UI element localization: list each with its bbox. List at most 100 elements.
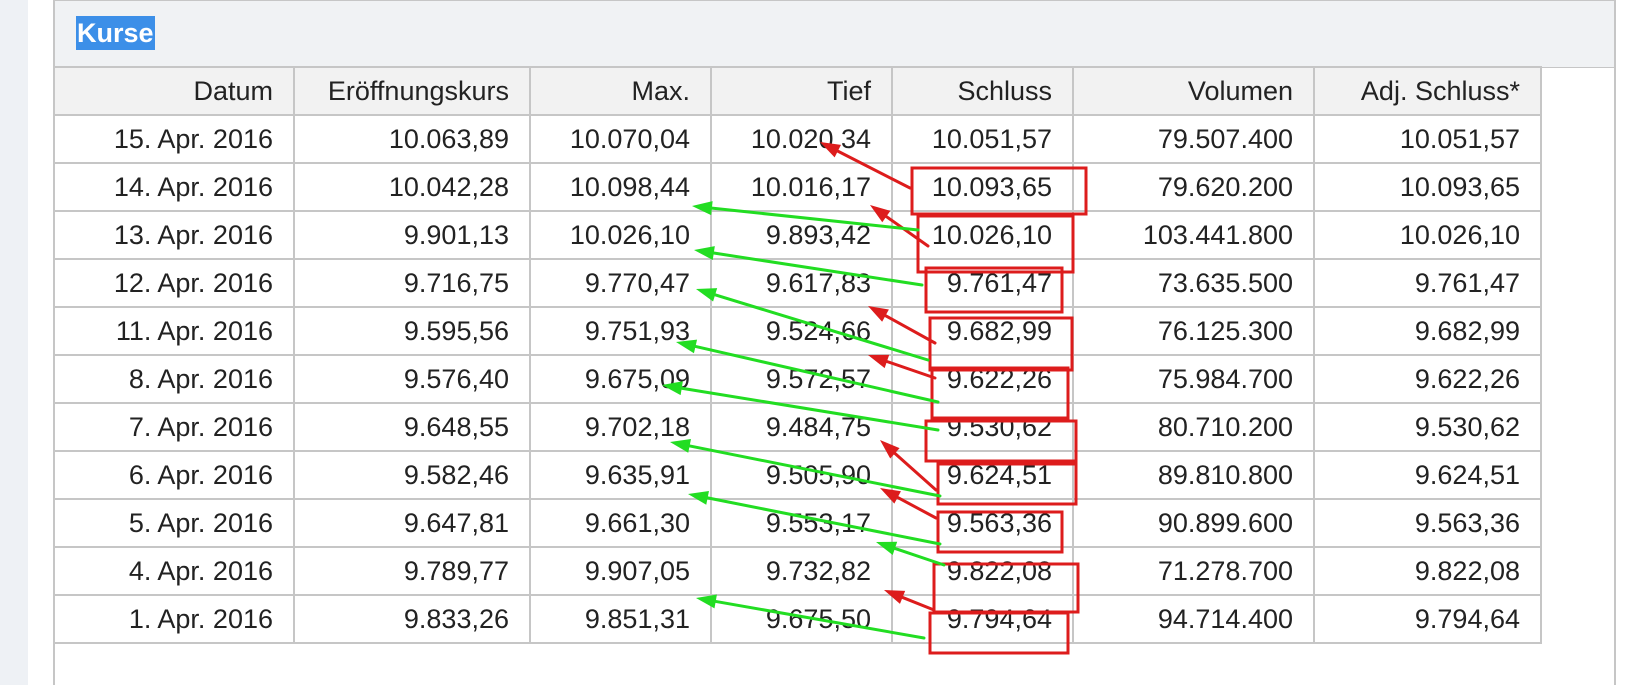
cell-high: 10.070,04 [529, 114, 712, 164]
cell-close: 9.761,47 [891, 258, 1074, 308]
table-row: 7. Apr. 2016 9.648,55 9.702,18 9.484,75 9.53… [53, 402, 1542, 452]
cell-adj-close: 10.026,10 [1313, 210, 1542, 260]
cell-low: 9.572,57 [710, 354, 893, 404]
cell-open: 9.833,26 [293, 594, 531, 644]
cell-volume: 90.899.600 [1072, 498, 1315, 548]
cell-high: 10.026,10 [529, 210, 712, 260]
cell-open: 9.595,56 [293, 306, 531, 356]
cell-adj-close: 9.682,99 [1313, 306, 1542, 356]
cell-open: 10.042,28 [293, 162, 531, 212]
cell-close: 10.051,57 [891, 114, 1074, 164]
cell-date: 8. Apr. 2016 [53, 354, 295, 404]
cell-volume: 94.714.400 [1072, 594, 1315, 644]
cell-low: 10.016,17 [710, 162, 893, 212]
cell-low: 10.020,34 [710, 114, 893, 164]
cell-open: 9.789,77 [293, 546, 531, 596]
section-title: Kurse [76, 16, 155, 50]
page-left-gutter [0, 0, 28, 685]
cell-date: 14. Apr. 2016 [53, 162, 295, 212]
cell-high: 9.770,47 [529, 258, 712, 308]
cell-close: 9.563,36 [891, 498, 1074, 548]
cell-volume: 76.125.300 [1072, 306, 1315, 356]
cell-date: 11. Apr. 2016 [53, 306, 295, 356]
cell-low: 9.524,66 [710, 306, 893, 356]
cell-high: 9.661,30 [529, 498, 712, 548]
cell-open: 9.648,55 [293, 402, 531, 452]
column-header-adj-schluss[interactable]: Adj. Schluss* [1313, 66, 1542, 116]
cell-adj-close: 9.622,26 [1313, 354, 1542, 404]
table-row: 15. Apr. 2016 10.063,89 10.070,04 10.020,34… [53, 114, 1542, 164]
table-row: 14. Apr. 2016 10.042,28 10.098,44 10.016,17… [53, 162, 1542, 212]
cell-low: 9.617,83 [710, 258, 893, 308]
cell-high: 9.851,31 [529, 594, 712, 644]
cell-volume: 79.620.200 [1072, 162, 1315, 212]
cell-volume: 79.507.400 [1072, 114, 1315, 164]
cell-date: 15. Apr. 2016 [53, 114, 295, 164]
cell-open: 9.647,81 [293, 498, 531, 548]
cell-close: 10.026,10 [891, 210, 1074, 260]
cell-close: 10.093,65 [891, 162, 1074, 212]
table-row: 5. Apr. 2016 9.647,81 9.661,30 9.553,17 9.56… [53, 498, 1542, 548]
cell-close: 9.622,26 [891, 354, 1074, 404]
cell-date: 4. Apr. 2016 [53, 546, 295, 596]
cell-date: 6. Apr. 2016 [53, 450, 295, 500]
table-row: 11. Apr. 2016 9.595,56 9.751,93 9.524,66 9.6… [53, 306, 1542, 356]
cell-open: 9.576,40 [293, 354, 531, 404]
table-row: 8. Apr. 2016 9.576,40 9.675,09 9.572,57 9.62… [53, 354, 1542, 404]
table-row: 13. Apr. 2016 9.901,13 10.026,10 9.893,42 10… [53, 210, 1542, 260]
cell-volume: 89.810.800 [1072, 450, 1315, 500]
table-row: 6. Apr. 2016 9.582,46 9.635,91 9.505,90 9.62… [53, 450, 1542, 500]
cell-date: 1. Apr. 2016 [53, 594, 295, 644]
cell-date: 13. Apr. 2016 [53, 210, 295, 260]
cell-low: 9.505,90 [710, 450, 893, 500]
cell-high: 9.907,05 [529, 546, 712, 596]
cell-close: 9.794,64 [891, 594, 1074, 644]
header-row: Datum Eröffnungskurs Max. Tief Schluss V… [53, 66, 1542, 116]
cell-high: 9.751,93 [529, 306, 712, 356]
cell-high: 9.702,18 [529, 402, 712, 452]
table-row: 12. Apr. 2016 9.716,75 9.770,47 9.617,83 9.7… [53, 258, 1542, 308]
table-row: 4. Apr. 2016 9.789,77 9.907,05 9.732,82 9.82… [53, 546, 1542, 596]
table-row: 1. Apr. 2016 9.833,26 9.851,31 9.675,50 9.79… [53, 594, 1542, 644]
cell-high: 10.098,44 [529, 162, 712, 212]
cell-close: 9.822,08 [891, 546, 1074, 596]
cell-volume: 103.441.800 [1072, 210, 1315, 260]
column-header-volumen[interactable]: Volumen [1072, 66, 1315, 116]
cell-low: 9.553,17 [710, 498, 893, 548]
column-header-max[interactable]: Max. [529, 66, 712, 116]
panel-header: Kurse [55, 1, 1614, 68]
cell-open: 9.582,46 [293, 450, 531, 500]
cell-close: 9.530,62 [891, 402, 1074, 452]
cell-date: 5. Apr. 2016 [53, 498, 295, 548]
cell-close: 9.682,99 [891, 306, 1074, 356]
cell-volume: 80.710.200 [1072, 402, 1315, 452]
table-body: 15. Apr. 2016 10.063,89 10.070,04 10.020,34… [53, 114, 1542, 644]
cell-adj-close: 9.624,51 [1313, 450, 1542, 500]
cell-adj-close: 9.761,47 [1313, 258, 1542, 308]
cell-high: 9.635,91 [529, 450, 712, 500]
cell-low: 9.893,42 [710, 210, 893, 260]
cell-adj-close: 10.093,65 [1313, 162, 1542, 212]
cell-adj-close: 9.794,64 [1313, 594, 1542, 644]
column-header-schluss[interactable]: Schluss [891, 66, 1074, 116]
column-header-eroeffnungskurs[interactable]: Eröffnungskurs [293, 66, 531, 116]
cell-high: 9.675,09 [529, 354, 712, 404]
cell-close: 9.624,51 [891, 450, 1074, 500]
cell-volume: 73.635.500 [1072, 258, 1315, 308]
cell-low: 9.732,82 [710, 546, 893, 596]
cell-low: 9.484,75 [710, 402, 893, 452]
cell-adj-close: 10.051,57 [1313, 114, 1542, 164]
cell-volume: 71.278.700 [1072, 546, 1315, 596]
cell-open: 10.063,89 [293, 114, 531, 164]
cell-date: 12. Apr. 2016 [53, 258, 295, 308]
column-header-tief[interactable]: Tief [710, 66, 893, 116]
cell-adj-close: 9.822,08 [1313, 546, 1542, 596]
cell-low: 9.675,50 [710, 594, 893, 644]
cell-adj-close: 9.563,36 [1313, 498, 1542, 548]
cell-volume: 75.984.700 [1072, 354, 1315, 404]
cell-adj-close: 9.530,62 [1313, 402, 1542, 452]
cell-open: 9.901,13 [293, 210, 531, 260]
historical-quotes-table: Datum Eröffnungskurs Max. Tief Schluss V… [53, 66, 1542, 644]
column-header-datum[interactable]: Datum [53, 66, 295, 116]
cell-date: 7. Apr. 2016 [53, 402, 295, 452]
